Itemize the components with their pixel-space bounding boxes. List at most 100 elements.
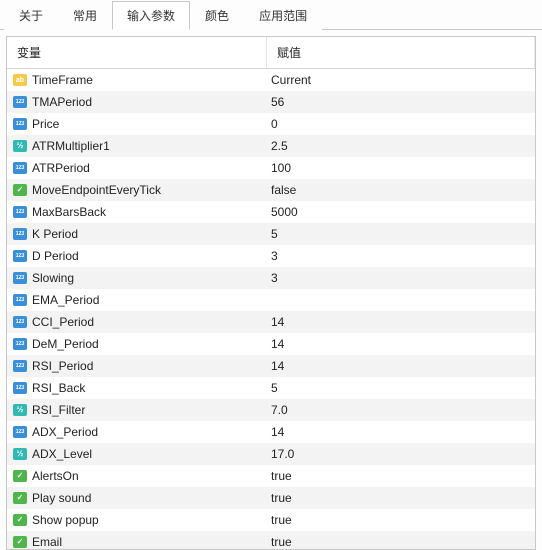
type-icon <box>13 536 27 548</box>
parameter-value: 17.0 <box>271 447 294 461</box>
type-icon <box>13 404 27 416</box>
parameter-name: Email <box>32 535 62 549</box>
parameter-name: ATRMultiplier1 <box>32 139 110 153</box>
parameter-name-cell: Email <box>7 535 267 549</box>
tab-label: 关于 <box>19 9 43 23</box>
parameter-value-cell[interactable]: Current <box>267 73 535 87</box>
type-icon <box>13 360 27 372</box>
column-header-label: 赋值 <box>277 46 301 60</box>
parameter-value-cell[interactable]: 2.5 <box>267 139 535 153</box>
type-icon <box>13 184 27 196</box>
parameter-row[interactable]: DeM_Period 14 <box>7 333 535 355</box>
parameter-row[interactable]: TimeFrame Current <box>7 69 535 91</box>
parameter-name: EMA_Period <box>32 293 99 307</box>
parameter-row[interactable]: ATRMultiplier1 2.5 <box>7 135 535 157</box>
tab-scope[interactable]: 应用范围 <box>244 1 322 30</box>
parameter-name-cell: TimeFrame <box>7 73 267 87</box>
parameter-row[interactable]: CCI_Period 14 <box>7 311 535 333</box>
type-icon <box>13 514 27 526</box>
parameter-name: D Period <box>32 249 79 263</box>
parameter-row[interactable]: Play sound true <box>7 487 535 509</box>
parameter-name-cell: ATRPeriod <box>7 161 267 175</box>
tab-common[interactable]: 常用 <box>58 1 112 30</box>
parameter-row[interactable]: MaxBarsBack 5000 <box>7 201 535 223</box>
parameter-row[interactable]: Show popuptrue <box>7 509 535 531</box>
parameter-row[interactable]: D Period 3 <box>7 245 535 267</box>
grid-header: 变量 赋值 <box>7 37 535 69</box>
parameter-value-cell[interactable]: 14 <box>267 337 535 351</box>
parameter-value-cell[interactable]: 56 <box>267 95 535 109</box>
parameter-value-cell[interactable]: 5000 <box>267 205 535 219</box>
parameter-row[interactable]: TMAPeriod 56 <box>7 91 535 113</box>
type-icon <box>13 470 27 482</box>
tab-inputs[interactable]: 输入参数 <box>112 1 190 30</box>
parameter-name: CCI_Period <box>32 315 94 329</box>
parameter-name: TMAPeriod <box>32 95 92 109</box>
parameter-name: Slowing <box>32 271 74 285</box>
parameter-row[interactable]: RSI_Back 5 <box>7 377 535 399</box>
parameter-name-cell: DeM_Period <box>7 337 267 351</box>
parameter-name-cell: CCI_Period <box>7 315 267 329</box>
parameter-value-cell[interactable]: 100 <box>267 161 535 175</box>
parameter-value-cell[interactable]: 3 <box>267 249 535 263</box>
parameter-value-cell[interactable]: false <box>267 183 535 197</box>
parameter-name: ADX_Period <box>32 425 98 439</box>
tab-about[interactable]: 关于 <box>4 1 58 30</box>
parameter-value: true <box>271 491 292 505</box>
parameter-name: TimeFrame <box>32 73 93 87</box>
parameter-row[interactable]: Price0 <box>7 113 535 135</box>
parameter-value-cell[interactable]: true <box>267 535 535 549</box>
parameter-row[interactable]: Email true <box>7 531 535 550</box>
parameter-row[interactable]: K Period5 <box>7 223 535 245</box>
parameter-value-cell[interactable]: true <box>267 491 535 505</box>
parameter-name-cell: Price <box>7 117 267 131</box>
parameter-row[interactable]: EMA_Period <box>7 289 535 311</box>
parameter-name-cell: MaxBarsBack <box>7 205 267 219</box>
parameter-row[interactable]: ADX_Level 17.0 <box>7 443 535 465</box>
parameter-value: 14 <box>271 315 284 329</box>
type-icon <box>13 250 27 262</box>
parameter-value: false <box>271 183 296 197</box>
parameter-value-cell[interactable]: 14 <box>267 359 535 373</box>
parameter-value-cell[interactable]: 14 <box>267 315 535 329</box>
tab-label: 颜色 <box>205 9 229 23</box>
parameter-value-cell[interactable]: true <box>267 513 535 527</box>
parameter-value-cell[interactable]: 14 <box>267 425 535 439</box>
parameter-row[interactable]: RSI_Filter 7.0 <box>7 399 535 421</box>
parameters-grid: 变量 赋值 TimeFrameCurrentTMAPeriod56Price0A… <box>6 36 536 550</box>
parameter-name-cell: TMAPeriod <box>7 95 267 109</box>
parameter-name-cell: K Period <box>7 227 267 241</box>
parameter-name-cell: EMA_Period <box>7 293 267 307</box>
parameter-value-cell[interactable]: 0 <box>267 117 535 131</box>
parameter-name-cell: ADX_Level <box>7 447 267 461</box>
parameter-name: MaxBarsBack <box>32 205 106 219</box>
parameter-value-cell[interactable]: 5 <box>267 227 535 241</box>
parameter-value-cell[interactable]: 3 <box>267 271 535 285</box>
parameter-row[interactable]: AlertsOntrue <box>7 465 535 487</box>
parameter-row[interactable]: ADX_Period 14 <box>7 421 535 443</box>
parameter-value: 14 <box>271 337 284 351</box>
parameter-row[interactable]: MoveEndpointEveryTickfalse <box>7 179 535 201</box>
parameter-value-cell[interactable]: 17.0 <box>267 447 535 461</box>
parameter-row[interactable]: Slowing 3 <box>7 267 535 289</box>
type-icon <box>13 338 27 350</box>
parameter-row[interactable]: ATRPeriod 100 <box>7 157 535 179</box>
parameter-name: RSI_Filter <box>32 403 85 417</box>
parameter-value: 14 <box>271 425 284 439</box>
parameter-value: 3 <box>271 271 278 285</box>
tab-label: 应用范围 <box>259 9 307 23</box>
parameter-value-cell[interactable]: true <box>267 469 535 483</box>
parameter-name-cell: D Period <box>7 249 267 263</box>
parameter-name: RSI_Back <box>32 381 85 395</box>
parameter-value: true <box>271 535 292 549</box>
tab-label: 输入参数 <box>127 9 175 23</box>
type-icon <box>13 426 27 438</box>
column-header-value[interactable]: 赋值 <box>267 37 535 68</box>
parameter-value-cell[interactable]: 7.0 <box>267 403 535 417</box>
column-header-variable[interactable]: 变量 <box>7 37 267 68</box>
parameter-value-cell[interactable]: 5 <box>267 381 535 395</box>
tab-colors[interactable]: 颜色 <box>190 1 244 30</box>
parameter-value: 100 <box>271 161 291 175</box>
parameter-row[interactable]: RSI_Period14 <box>7 355 535 377</box>
parameter-name-cell: Play sound <box>7 491 267 505</box>
